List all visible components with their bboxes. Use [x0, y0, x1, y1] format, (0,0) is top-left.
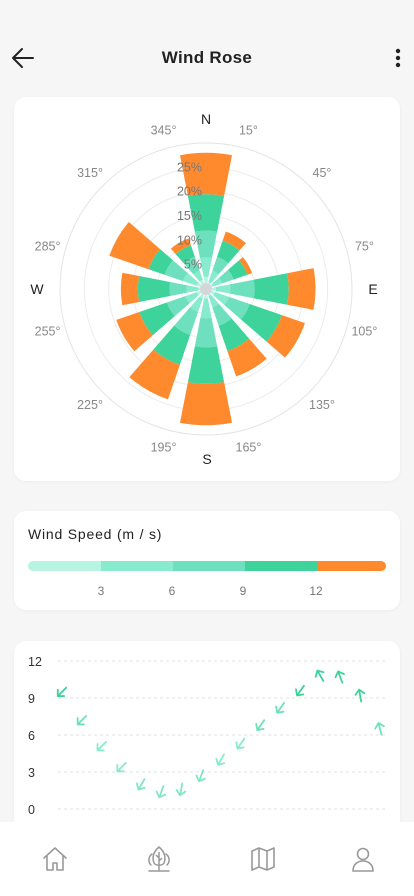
rose-angle-label: 255° — [35, 324, 61, 338]
legend-color-segment — [28, 561, 101, 571]
rose-center — [200, 283, 212, 295]
cardinal-north: N — [201, 111, 211, 127]
rose-segment — [187, 346, 225, 384]
rose-segment — [200, 298, 212, 319]
cardinal-south: S — [202, 451, 211, 467]
wind-direction-arrow — [135, 778, 146, 791]
map-icon — [251, 847, 275, 871]
wind-direction-arrow — [175, 782, 187, 797]
rose-segment — [169, 282, 187, 296]
rose-ring-label: 5% — [184, 258, 202, 272]
wind-direction-arrow — [155, 785, 166, 799]
rose-angle-label: 105° — [351, 324, 377, 338]
rose-ring-label: 15% — [177, 209, 202, 223]
page-title: Wind Rose — [161, 48, 253, 67]
rose-angle-label: 15° — [239, 124, 258, 138]
nav-home[interactable] — [40, 844, 70, 874]
wind-direction-arrow — [195, 769, 206, 783]
wind-series-chart: 0 3 6 9 12 — [28, 655, 386, 817]
wind-direction-arrow — [56, 686, 68, 697]
legend-tick-label: 12 — [309, 584, 323, 598]
more-vertical-icon — [395, 48, 401, 68]
legend-color-segment — [245, 561, 317, 571]
profile-icon — [352, 847, 374, 872]
rose-segment — [137, 275, 171, 303]
wind-direction-arrow — [314, 669, 325, 682]
home-icon — [43, 847, 67, 871]
rose-segment — [186, 285, 199, 293]
app-header: Wind Rose — [0, 0, 414, 96]
wind-direction-arrow — [215, 753, 226, 766]
legend-tick-label: 3 — [97, 584, 105, 598]
wind-rose-chart: 5% 10% 15% 20% 25% 15° 45° 75° 105° 135° 165° 195°… — [30, 111, 377, 467]
series-y-tick: 3 — [28, 766, 35, 780]
bottom-nav — [0, 822, 414, 896]
rose-segment — [229, 279, 255, 299]
series-y-tick: 0 — [28, 803, 35, 817]
wind-direction-arrow — [354, 688, 366, 703]
rose-angle-label: 315° — [77, 166, 103, 180]
rose-ring-label: 20% — [177, 185, 202, 199]
rose-angle-label: 285° — [35, 240, 61, 254]
rose-angle-label: 165° — [236, 440, 262, 454]
rose-angle-label: 135° — [309, 398, 335, 412]
rose-angle-label: 75° — [355, 240, 374, 254]
legend-tick-label: 6 — [168, 584, 176, 598]
wind-speed-scale-bar — [28, 561, 386, 571]
rose-segment — [179, 382, 233, 426]
forest-icon — [148, 846, 170, 872]
wind-direction-arrow — [96, 740, 107, 752]
wind-direction-arrow — [374, 722, 385, 736]
series-y-tick: 9 — [28, 692, 35, 706]
legend-color-segment — [317, 561, 386, 571]
nav-map[interactable] — [248, 844, 278, 874]
cardinal-west: W — [30, 281, 44, 297]
wind-series-card: 0 3 6 9 12 — [14, 641, 400, 841]
rose-angle-label: 45° — [313, 166, 332, 180]
wind-direction-arrow — [334, 670, 345, 684]
wind-direction-arrow — [275, 702, 285, 714]
rose-ring-label: 25% — [177, 160, 202, 174]
rose-segment — [194, 317, 218, 348]
rose-segment — [215, 284, 231, 294]
legend-tick-label: 9 — [239, 584, 247, 598]
wind-direction-arrow — [76, 715, 88, 726]
series-y-tick: 6 — [28, 729, 35, 743]
cardinal-east: E — [368, 281, 377, 297]
rose-segment — [253, 273, 289, 305]
more-options-button[interactable] — [390, 42, 406, 74]
wind-direction-arrow — [235, 737, 246, 750]
rose-segment — [287, 268, 316, 310]
rose-segment — [120, 272, 140, 306]
rose-ring-label: 10% — [177, 233, 202, 247]
nav-forest[interactable] — [144, 844, 174, 874]
series-y-tick: 12 — [28, 655, 42, 669]
legend-title: Wind Speed (m / s) — [28, 526, 163, 542]
wind-direction-arrow — [255, 719, 266, 731]
wind-direction-arrow — [295, 684, 305, 697]
wind-speed-legend-card: Wind Speed (m / s) 3 6 9 12 — [14, 511, 400, 610]
legend-color-segment — [101, 561, 173, 571]
rose-angle-label: 225° — [77, 398, 103, 412]
nav-profile[interactable] — [348, 844, 378, 874]
rose-angle-label: 345° — [151, 124, 177, 138]
wind-rose-card: 5% 10% 15% 20% 25% 15° 45° 75° 105° 135° 165° 195°… — [14, 97, 400, 481]
rose-angle-label: 195° — [151, 440, 177, 454]
legend-color-segment — [173, 561, 245, 571]
